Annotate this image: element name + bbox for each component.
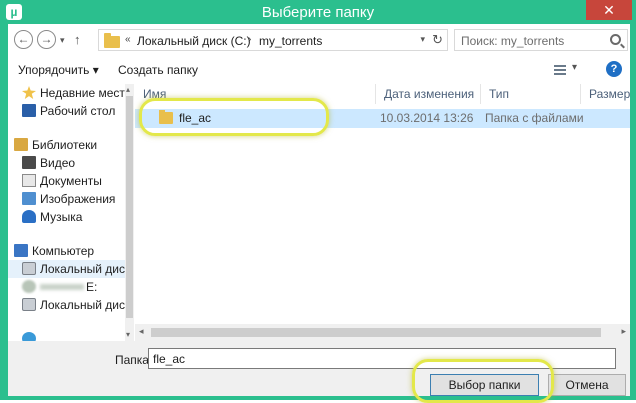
nav-item-label: Библиотеки (32, 138, 98, 152)
drive-icon (22, 298, 36, 311)
nav-item-drive-e[interactable]: E: (8, 278, 125, 296)
nav-item-videos[interactable]: Видео (8, 154, 125, 172)
command-toolbar: Упорядочить ▾ Создать папку ▾ ? (8, 56, 630, 84)
forward-button[interactable]: → (37, 30, 56, 49)
nav-item-recent-places[interactable]: Недавние места (8, 84, 125, 102)
nav-item-label: Недавние места (40, 86, 125, 100)
recent-places-icon (22, 86, 36, 99)
nav-item-desktop[interactable]: Рабочий стол (8, 102, 125, 120)
scroll-down-icon[interactable]: ▾ (126, 330, 130, 339)
nav-item-network[interactable] (8, 330, 125, 341)
network-icon (22, 332, 36, 341)
back-button[interactable]: ← (14, 30, 33, 49)
address-chevron-down-icon[interactable]: ▾ (420, 34, 425, 45)
close-button[interactable]: ✕ (586, 0, 632, 20)
row-date: 10.03.2014 13:26 (380, 111, 474, 125)
breadcrumb-my-torrents[interactable]: my_torrents (259, 34, 322, 48)
nav-item-label: Изображения (40, 192, 116, 206)
highlight-ring-select-button (412, 359, 554, 403)
pictures-icon (22, 192, 36, 205)
music-icon (22, 210, 36, 223)
recent-locations-chevron-down-icon[interactable]: ▾ (60, 35, 65, 46)
address-bar[interactable]: « Локальный диск (C:) › my_torrents ▾ ↻ (98, 29, 448, 51)
column-header-size[interactable]: Размер (581, 84, 630, 104)
nav-item-label: E: (86, 280, 98, 294)
nav-item-libraries[interactable]: Библиотеки (8, 136, 125, 154)
refresh-icon[interactable]: ↻ (432, 32, 443, 48)
up-folder-icon[interactable]: ↑ (74, 32, 81, 47)
nav-item-music[interactable]: Музыка (8, 208, 125, 226)
help-icon[interactable]: ? (606, 61, 622, 77)
row-type: Папка с файлами (485, 111, 584, 125)
breadcrumb-overflow[interactable]: « (125, 34, 131, 45)
videos-icon (22, 156, 36, 169)
nav-item-label: Музыка (40, 210, 83, 224)
dialog-client-area: ← → ▾ ↑ « Локальный диск (C:) › my_torre… (8, 24, 630, 403)
drive-icon (22, 262, 36, 275)
view-options-icon[interactable] (554, 65, 566, 75)
view-chevron-down-icon[interactable]: ▾ (572, 62, 577, 73)
window-title: Выберите папку (261, 4, 375, 21)
title-bar[interactable]: µ Выберите папку ✕ (0, 0, 636, 24)
computer-icon (14, 244, 28, 257)
nav-item-pictures[interactable]: Изображения (8, 190, 125, 208)
organize-button[interactable]: Упорядочить ▾ (18, 63, 99, 77)
folder-icon (104, 33, 120, 48)
nav-item-label: Локальный диск (40, 298, 125, 312)
new-folder-button[interactable]: Создать папку (118, 63, 198, 77)
folder-picker-window: µ Выберите папку ✕ ← → ▾ ↑ « Локальный д… (0, 0, 636, 403)
scroll-right-icon[interactable]: ▸ (621, 326, 626, 337)
documents-icon (22, 174, 36, 187)
dialog-footer: Папка: Выбор папки Отмена (8, 341, 630, 403)
horizontal-scrollbar[interactable]: ◂ ▸ (135, 324, 630, 341)
folder-label: Папка: (115, 353, 153, 367)
desktop-icon (22, 104, 36, 117)
nav-item-local-disk-c[interactable]: Локальный диск (8, 260, 125, 278)
highlight-ring-folder (139, 98, 329, 136)
nav-item-label: Видео (40, 156, 76, 170)
search-input[interactable]: Поиск: my_torrents (454, 29, 628, 51)
column-header-type[interactable]: Тип (481, 84, 581, 104)
navigation-pane: Недавние места Рабочий стол Библиотеки В… (8, 84, 125, 341)
nav-item-local-disk-2[interactable]: Локальный диск (8, 296, 125, 314)
nav-item-label: Рабочий стол (40, 104, 116, 118)
scroll-up-icon[interactable]: ▴ (126, 85, 130, 94)
cancel-button[interactable]: Отмена (548, 374, 626, 396)
scroll-thumb[interactable] (126, 96, 133, 318)
nav-item-label: Локальный диск (40, 262, 125, 276)
breadcrumb-local-disk[interactable]: Локальный диск (C:) (137, 34, 251, 48)
search-icon[interactable] (610, 34, 621, 45)
breadcrumb-separator[interactable]: › (248, 34, 251, 45)
nav-item-label: Документы (40, 174, 102, 188)
nav-item-computer[interactable]: Компьютер (8, 242, 125, 260)
nav-item-label: Компьютер (32, 244, 95, 258)
navigation-scrollbar[interactable]: ▴ ▾ (125, 84, 134, 341)
scroll-thumb[interactable] (151, 328, 601, 337)
libraries-icon (14, 138, 28, 151)
search-placeholder: Поиск: my_torrents (461, 34, 565, 48)
blurred-text (40, 284, 84, 290)
file-list: Имя Дата изменения Тип Размер fle_ac 10.… (135, 84, 630, 341)
nav-item-documents[interactable]: Документы (8, 172, 125, 190)
scroll-left-icon[interactable]: ◂ (139, 326, 144, 337)
column-header-date[interactable]: Дата изменения (376, 84, 481, 104)
blurred-drive-icon (22, 280, 36, 293)
